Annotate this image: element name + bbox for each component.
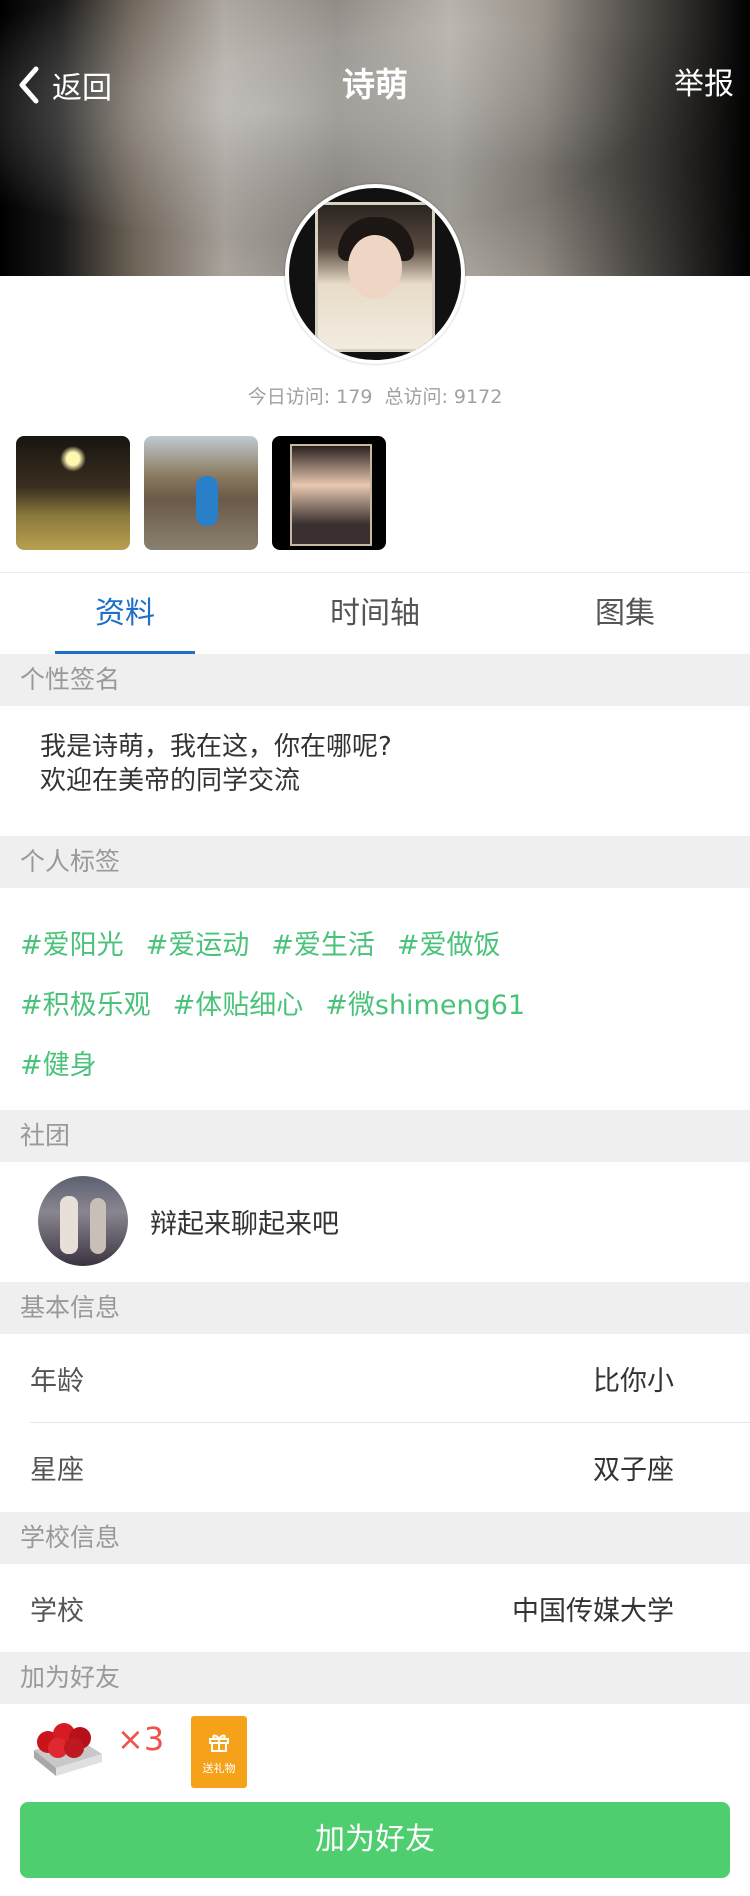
info-value: 比你小 — [593, 1365, 674, 1397]
gift-count: ×3 — [117, 1720, 165, 1758]
info-row-zodiac: 星座 双子座 — [30, 1423, 750, 1511]
tab-timeline[interactable]: 时间轴 — [250, 574, 500, 654]
avatar[interactable] — [285, 184, 465, 364]
tag-list: #爱阳光 #爱运动 #爱生活 #爱做饭 #积极乐观 #体贴细心 #微shimen… — [20, 912, 740, 1092]
send-gift-label: 送礼物 — [202, 1762, 236, 1775]
tab-gallery[interactable]: 图集 — [500, 574, 750, 654]
section-header-tags: 个人标签 — [0, 836, 750, 888]
club-avatar — [38, 1176, 128, 1266]
tag[interactable]: #爱运动 — [146, 923, 250, 962]
tag[interactable]: #爱生活 — [271, 923, 375, 962]
tag[interactable]: #爱阳光 — [20, 923, 124, 962]
info-label: 年龄 — [30, 1365, 84, 1397]
tag[interactable]: #健身 — [20, 1043, 97, 1082]
signature-text: 我是诗萌，我在这，你在哪呢? 欢迎在美帝的同学交流 — [40, 730, 392, 798]
tag[interactable]: #爱做饭 — [397, 923, 501, 962]
divider — [0, 572, 750, 573]
profile-tabs: 资料 时间轴 图集 — [0, 574, 750, 654]
avatar-photo — [315, 202, 435, 352]
info-row-school: 学校 中国传媒大学 — [30, 1564, 750, 1652]
club-name: 辩起来聊起来吧 — [150, 1208, 339, 1240]
info-row-age: 年龄 比你小 — [30, 1334, 750, 1422]
add-friend-button[interactable]: 加为好友 — [20, 1802, 730, 1878]
section-header-add-friend: 加为好友 — [0, 1652, 750, 1704]
report-button[interactable]: 举报 — [674, 60, 734, 110]
info-value: 中国传媒大学 — [512, 1595, 674, 1627]
section-header-basic-info: 基本信息 — [0, 1282, 750, 1334]
signature-line: 欢迎在美帝的同学交流 — [40, 766, 301, 796]
page-title: 诗萌 — [342, 65, 408, 104]
photo-thumbnail[interactable] — [144, 436, 258, 550]
tag[interactable]: #微shimeng61 — [325, 983, 525, 1022]
gift-bar: ×3 送礼物 — [0, 1704, 750, 1790]
photo-thumbnail[interactable] — [16, 436, 130, 550]
signature-line: 我是诗萌，我在这，你在哪呢? — [40, 732, 392, 762]
tag[interactable]: #体贴细心 — [173, 983, 304, 1022]
photo-thumbnail[interactable] — [272, 436, 386, 550]
visit-stats: 今日访问: 179 总访问: 9172 — [0, 382, 750, 409]
info-value: 双子座 — [593, 1454, 674, 1486]
photo-strip — [16, 436, 386, 550]
tab-profile[interactable]: 资料 — [0, 574, 250, 654]
info-label: 学校 — [30, 1595, 84, 1627]
gift-icon — [209, 1734, 229, 1752]
section-header-signature: 个性签名 — [0, 654, 750, 706]
section-header-school-info: 学校信息 — [0, 1512, 750, 1564]
total-visits: 总访问: 9172 — [384, 386, 503, 408]
send-gift-button[interactable]: 送礼物 — [191, 1716, 247, 1788]
club-item[interactable]: 辩起来聊起来吧 — [0, 1162, 750, 1280]
section-header-club: 社团 — [0, 1110, 750, 1162]
today-visits: 今日访问: 179 — [247, 386, 373, 408]
info-label: 星座 — [30, 1454, 84, 1486]
rose-box-icon — [34, 1723, 102, 1776]
tag[interactable]: #积极乐观 — [20, 983, 151, 1022]
